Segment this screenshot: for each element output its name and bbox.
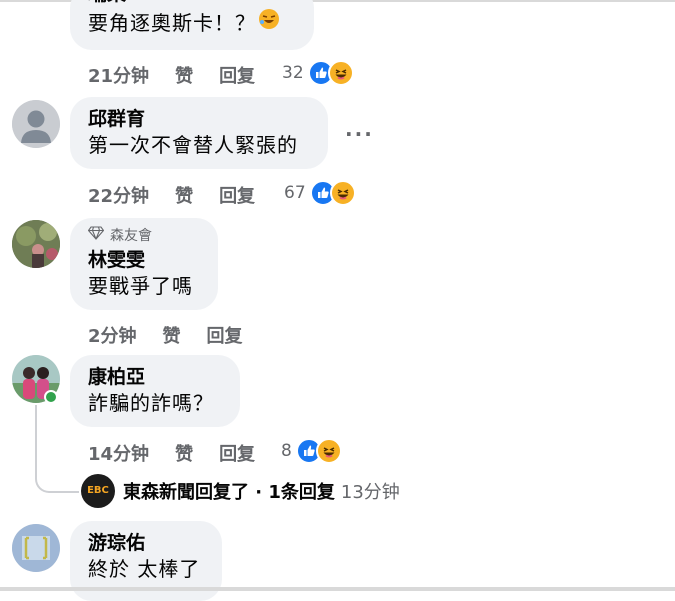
comment-author[interactable]: 林雯雯	[88, 248, 200, 272]
page-avatar-text: EBC	[87, 485, 109, 496]
reply-author: 東森新聞	[123, 482, 195, 503]
reaction-count: 32	[282, 63, 304, 83]
comment-actions: 14分钟 赞 回复	[88, 440, 281, 466]
comment-author[interactable]: 瑞某	[88, 0, 296, 6]
haha-reaction-icon	[315, 438, 342, 464]
comment-text: 終於 太棒了	[88, 557, 201, 581]
reply-time: 13分钟	[340, 482, 400, 503]
comment-bubble: 康柏亞 詐騙的詐嗎？	[70, 355, 240, 427]
comment-time[interactable]: 14分钟	[88, 440, 149, 466]
comment-text: 要戰爭了嗎	[88, 274, 193, 298]
avatar[interactable]	[12, 100, 60, 148]
haha-reaction-icon	[329, 180, 356, 206]
reply-button[interactable]: 回复	[219, 182, 255, 208]
comment-actions: 21分钟 赞 回复	[88, 62, 281, 88]
comment-text: 要角逐奧斯卡！？	[88, 8, 296, 37]
comment-text: 第一次不會替人緊張的	[88, 133, 298, 157]
diamond-badge-icon	[87, 226, 105, 246]
page-avatar: EBC	[81, 474, 115, 508]
comment-actions: 2分钟 赞 回复	[88, 322, 269, 348]
comment-author[interactable]: 游琮佑	[88, 531, 204, 555]
comment-text: 詐騙的詐嗎？	[88, 391, 214, 415]
fan-badge: 森友會	[87, 226, 200, 246]
reply-button[interactable]: 回复	[207, 322, 243, 348]
comment-time[interactable]: 22分钟	[88, 182, 149, 208]
online-status-dot	[44, 390, 58, 404]
comment-time[interactable]: 2分钟	[88, 322, 137, 348]
more-options-icon[interactable]: ···	[345, 122, 374, 146]
comment-actions: 22分钟 赞 回复	[88, 182, 281, 208]
comment-text-content: 要角逐奧斯卡！？	[88, 10, 256, 35]
reply-action: 回复了 · 1条回复	[195, 482, 335, 503]
like-button[interactable]: 赞	[163, 322, 181, 348]
comment-author[interactable]: 康柏亞	[88, 365, 222, 389]
reply-button[interactable]: 回复	[219, 440, 255, 466]
avatar[interactable]	[12, 220, 60, 268]
thread-connector	[35, 405, 79, 493]
reaction-count: 8	[281, 441, 292, 461]
comment-author[interactable]: 邱群育	[88, 107, 310, 131]
reaction-summary[interactable]: 8	[281, 438, 342, 464]
reply-button[interactable]: 回复	[219, 62, 255, 88]
like-button[interactable]: 赞	[175, 62, 193, 88]
reaction-summary[interactable]: 32	[282, 60, 354, 86]
comment-time[interactable]: 21分钟	[88, 62, 149, 88]
comment-bubble: 森友會 林雯雯 要戰爭了嗎	[70, 218, 218, 310]
like-button[interactable]: 赞	[175, 182, 193, 208]
comment-bubble: 邱群育 第一次不會替人緊張的	[70, 97, 328, 169]
haha-reaction-icon	[327, 60, 354, 86]
reaction-count: 67	[284, 183, 306, 203]
avatar[interactable]	[12, 524, 60, 572]
comment-bubble: 瑞某 要角逐奧斯卡！？	[70, 0, 314, 50]
view-replies-link[interactable]: EBC 東森新聞 回复了 · 1条回复 13分钟	[81, 474, 400, 508]
like-button[interactable]: 赞	[175, 440, 193, 466]
emoji-rofl-icon	[258, 8, 280, 37]
reaction-summary[interactable]: 67	[284, 180, 356, 206]
bottom-border	[0, 587, 675, 591]
badge-label: 森友會	[110, 228, 152, 244]
